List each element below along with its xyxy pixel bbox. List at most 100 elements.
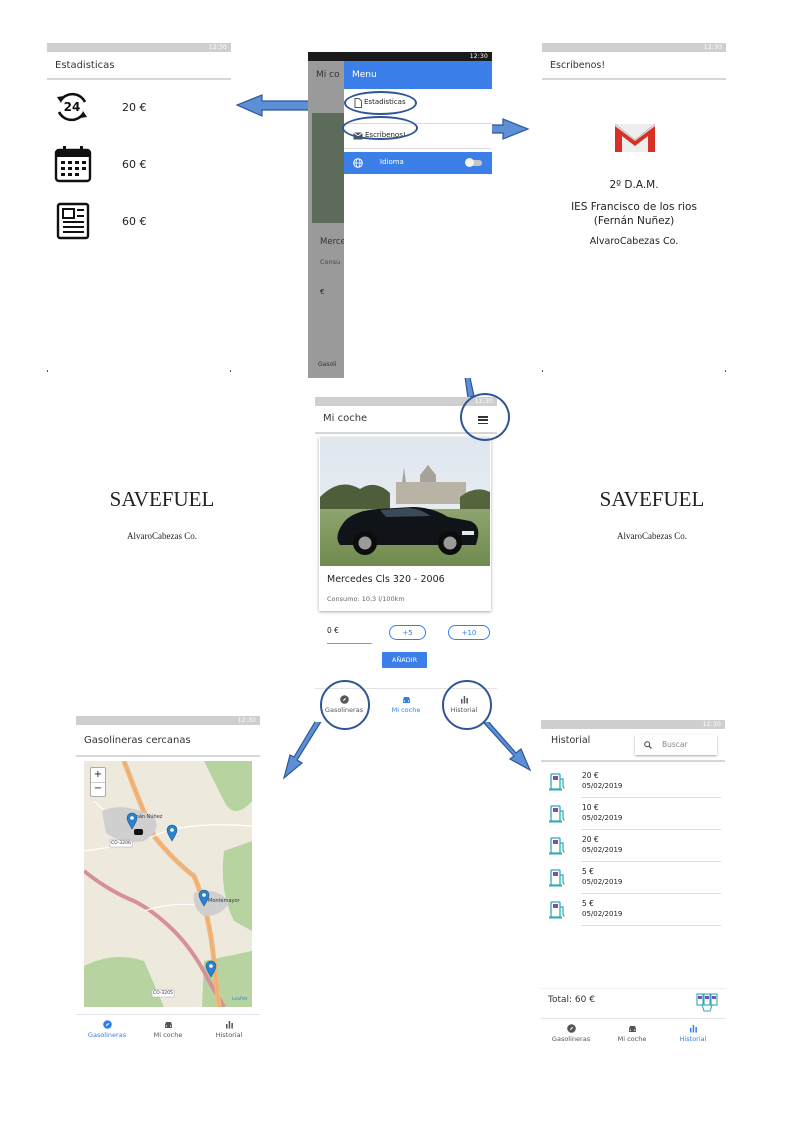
gas-station-marker[interactable] xyxy=(198,889,210,907)
behind-nav: Gasoli xyxy=(318,361,337,368)
arrow-to-history xyxy=(483,719,532,772)
amount-input[interactable]: 0 € xyxy=(327,626,372,644)
highlight-estadisticas xyxy=(344,91,417,115)
corner-mark xyxy=(725,370,726,372)
splash-title-right: SAVEFUEL xyxy=(599,487,705,511)
behind-model: Merce xyxy=(320,237,346,247)
zoom-out-button[interactable]: − xyxy=(91,783,105,796)
road-label: CO-3206 xyxy=(111,841,131,846)
zoom-in-button[interactable]: + xyxy=(91,768,105,783)
total-label: Total: 60 € xyxy=(548,995,595,1005)
search-input[interactable]: Buscar xyxy=(662,740,688,749)
language-toggle[interactable] xyxy=(465,158,482,167)
bar-chart-icon xyxy=(225,1021,233,1029)
search-box[interactable]: Buscar xyxy=(635,735,717,755)
list-item[interactable]: 20 € 05/02/2019 xyxy=(541,830,721,862)
school-label: IES Francisco de los rios xyxy=(571,201,697,213)
splash-subtitle-right: AlvaroCabezas Co. xyxy=(617,531,687,541)
app-bar: Historial Buscar xyxy=(541,729,725,762)
map-attribution[interactable]: Leaflet xyxy=(232,997,247,1002)
car-photo xyxy=(320,437,490,566)
nav-mi-coche[interactable]: Mi coche xyxy=(143,1020,193,1039)
page-title: Estadisticas xyxy=(47,52,231,80)
contact-screen: 12:30 Escribenos! 2º D.A.M. IES Francisc… xyxy=(542,43,726,371)
car-consumption: Consumo: 10,3 l/100km xyxy=(327,595,405,603)
corner-mark xyxy=(542,370,543,372)
car-icon xyxy=(164,1022,172,1028)
newspaper-icon xyxy=(54,202,92,240)
gmail-icon xyxy=(613,121,657,155)
map-view[interactable]: Fernán Núñez Montemayor CO-3206 CO-3205 … xyxy=(84,761,252,1007)
behind-euro: € xyxy=(320,288,325,296)
history-list: 20 € 05/02/2019 10 € 05/02/2019 20 € 05/… xyxy=(541,766,725,931)
gas-station-marker[interactable] xyxy=(166,824,178,842)
status-bar: 12:30 xyxy=(76,716,260,725)
fuel-pump-icon xyxy=(549,773,565,791)
course-label: 2º D.A.M. xyxy=(609,179,659,191)
car-card[interactable]: Mercedes Cls 320 - 2006 Consumo: 10,3 l/… xyxy=(319,437,491,611)
behind-consumo: Consu xyxy=(320,258,341,266)
calendar-icon xyxy=(54,145,92,183)
fuel-pump-icon xyxy=(549,805,565,823)
fuel-pumps-icon xyxy=(696,993,718,1012)
list-item[interactable]: 5 € 05/02/2019 xyxy=(541,862,721,894)
arrow-to-map xyxy=(282,716,323,780)
list-item[interactable]: 20 € 05/02/2019 xyxy=(541,766,721,798)
car-screen: 12:30 Mi coche Mercedes Cls 320 - 2006 C… xyxy=(315,397,497,722)
gas-station-marker[interactable] xyxy=(205,960,217,978)
svg-text:24: 24 xyxy=(64,100,81,114)
behind-car-photo xyxy=(312,113,344,223)
divider xyxy=(541,1018,725,1019)
highlight-historial xyxy=(442,680,492,730)
nav-gasolineras[interactable]: Gasolineras xyxy=(82,1020,132,1039)
highlight-hamburger xyxy=(460,393,510,441)
search-icon xyxy=(644,741,652,749)
splash-title-left: SAVEFUEL xyxy=(109,487,215,511)
car-model: Mercedes Cls 320 - 2006 xyxy=(327,574,445,585)
page-title: Gasolineras cercanas xyxy=(76,725,260,757)
place-label: Montemayor xyxy=(208,898,240,904)
company-label: AlvaroCabezas Co. xyxy=(589,236,679,247)
stats-screen: 12:30 Estadisticas 24 20 € 60 € 60 € xyxy=(47,43,231,371)
highlight-escribenos xyxy=(342,116,418,140)
list-item[interactable]: 5 € 05/02/2019 xyxy=(541,894,721,926)
dimmed-app: Mi co Merce Consu € Gasoli xyxy=(308,61,346,378)
user-location-car-icon xyxy=(134,829,143,835)
gas-station-marker[interactable] xyxy=(126,812,138,830)
stat-value: 60 € xyxy=(122,158,147,171)
status-bar: 12:30 xyxy=(308,52,492,61)
compass-icon xyxy=(566,1024,576,1033)
divider xyxy=(344,148,492,149)
zoom-control: + − xyxy=(90,767,106,797)
status-bar: 12:30 xyxy=(541,720,725,729)
drawer-header: Menu xyxy=(344,61,492,89)
globe-icon xyxy=(353,158,363,168)
24h-icon: 24 xyxy=(53,88,93,128)
fuel-pump-icon xyxy=(549,837,565,855)
nav-gasolineras[interactable]: Gasolineras xyxy=(546,1024,596,1043)
compass-icon xyxy=(102,1020,112,1029)
bar-chart-icon xyxy=(689,1025,697,1033)
corner-mark xyxy=(47,370,48,372)
page-title: Historial xyxy=(551,735,591,746)
plus10-button[interactable]: +10 xyxy=(448,625,490,640)
add-button[interactable]: AÑADIR xyxy=(382,652,427,668)
fuel-pump-icon xyxy=(549,869,565,887)
highlight-gasolineras xyxy=(320,680,370,730)
page-title: Mi coche xyxy=(323,413,368,424)
list-item[interactable]: 10 € 05/02/2019 xyxy=(541,798,721,830)
divider xyxy=(541,988,725,989)
toggle-knob xyxy=(465,158,474,167)
nav-mi-coche[interactable]: Mi coche xyxy=(383,695,429,714)
town-label: (Fernán Nuñez) xyxy=(593,215,675,227)
divider xyxy=(76,1014,260,1015)
plus5-button[interactable]: +5 xyxy=(389,625,426,640)
map-screen: 12:30 Gasolineras cercanas Fernán Núñez … xyxy=(76,716,260,1044)
language-row[interactable]: Idioma xyxy=(344,152,492,174)
nav-historial[interactable]: Historial xyxy=(668,1024,718,1043)
nav-mi-coche[interactable]: Mi coche xyxy=(607,1024,657,1043)
car-icon xyxy=(628,1026,636,1032)
map-tiles xyxy=(84,761,252,1007)
stat-value: 60 € xyxy=(122,215,147,228)
nav-historial[interactable]: Historial xyxy=(204,1020,254,1039)
